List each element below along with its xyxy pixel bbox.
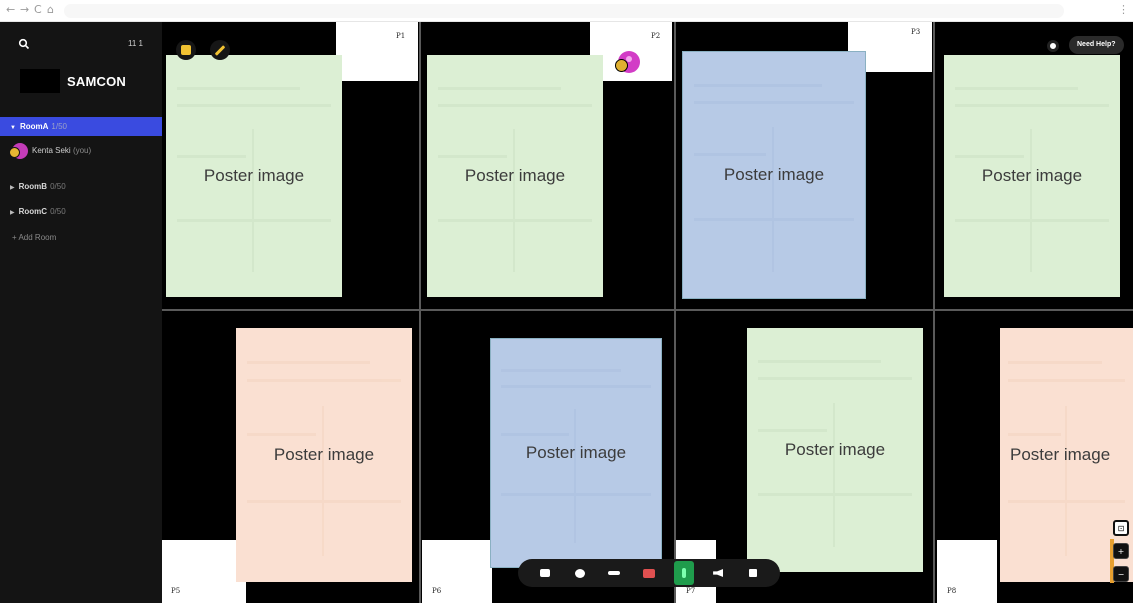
poster-text: Poster image [723, 165, 825, 184]
address-bar[interactable] [64, 4, 1064, 18]
user-count[interactable]: 11 1 [128, 39, 143, 48]
sidebar: 11 1 SAMCON ▼ RoomA 1/50 Kenta Seki (you) … [0, 22, 162, 603]
member-name: Kenta Seki [32, 146, 71, 156]
megaphone-icon[interactable] [708, 563, 728, 583]
poster-p7[interactable]: Poster image [747, 328, 923, 572]
poster-frame-p8 [937, 540, 997, 603]
poster-p2[interactable]: Poster image [427, 55, 603, 297]
poster-canvas[interactable]: P1 P2 P3 P5 P6 P7 P8 Poster image Poster… [162, 22, 1133, 603]
org-logo [20, 69, 60, 93]
grid-divider [419, 22, 421, 603]
poster-p6[interactable]: Poster image [490, 338, 662, 568]
room-item-b[interactable]: ▶ RoomB 0/50 [0, 177, 162, 196]
user-avatar-on-canvas[interactable] [615, 51, 640, 73]
poster-text: Poster image [525, 443, 627, 462]
room-count: 0/50 [50, 182, 66, 191]
poster-tool-icon[interactable] [176, 40, 196, 60]
screen-share-icon[interactable] [535, 563, 555, 583]
zoom-out-icon[interactable]: − [1113, 566, 1129, 582]
caret-down-icon: ▼ [10, 125, 16, 131]
org-name: SAMCON [67, 74, 126, 89]
poster-text: Poster image [1010, 445, 1111, 464]
poster-p4[interactable]: Poster image [944, 55, 1120, 297]
room-name: RoomB [18, 182, 48, 191]
zoom-controls: ⊡ + − [1112, 520, 1130, 582]
room-item-c[interactable]: ▶ RoomC 0/50 [0, 202, 162, 221]
browser-toolbar: ← → C ⌂ ⋮ [0, 0, 1133, 22]
microphone-icon[interactable] [673, 561, 694, 585]
home-icon[interactable]: ⌂ [47, 3, 54, 16]
camera-off-icon[interactable] [639, 563, 659, 583]
poster-text: Poster image [784, 440, 886, 459]
room-name: RoomC [18, 207, 48, 216]
poster-p5[interactable]: Poster image [236, 328, 412, 582]
chat-icon[interactable] [570, 563, 590, 583]
poster-frame-p1 [336, 22, 418, 81]
media-toolbar [518, 559, 780, 587]
room-item-a[interactable]: ▼ RoomA 1/50 [0, 117, 162, 136]
gear-icon[interactable] [1047, 40, 1059, 52]
member-item[interactable]: Kenta Seki (you) [9, 143, 92, 161]
poster-label: P5 [171, 587, 181, 595]
member-you-tag: (you) [72, 146, 92, 156]
poster-p3[interactable]: Poster image [682, 51, 866, 299]
broadcast-icon[interactable] [604, 563, 624, 583]
poster-label: P6 [432, 587, 442, 595]
zoom-in-icon[interactable]: + [1113, 543, 1129, 559]
search-icon[interactable] [18, 38, 32, 52]
poster-label: P2 [651, 32, 661, 40]
room-name: RoomA [19, 122, 49, 131]
browser-menu-icon[interactable]: ⋮ [1118, 3, 1129, 16]
poster-text: Poster image [464, 166, 566, 185]
grid-divider [674, 22, 676, 603]
poster-label: P3 [911, 28, 921, 36]
exit-icon[interactable] [743, 563, 763, 583]
grid-divider [933, 22, 935, 603]
poster-text: Poster image [981, 166, 1083, 185]
need-help-button[interactable]: Need Help? [1069, 36, 1124, 54]
poster-label: P1 [396, 32, 406, 40]
poster-label: P7 [686, 587, 696, 595]
fit-view-icon[interactable]: ⊡ [1113, 520, 1129, 536]
poster-text: Poster image [273, 445, 375, 464]
grid-divider [162, 309, 1133, 311]
poster-p1[interactable]: Poster image [166, 55, 342, 297]
poster-text: Poster image [203, 166, 305, 185]
poster-label: P8 [947, 587, 957, 595]
back-icon[interactable]: ← [6, 3, 15, 16]
caret-right-icon: ▶ [10, 185, 15, 191]
pencil-icon[interactable] [210, 40, 230, 60]
user-avatar [9, 143, 28, 159]
add-room-button[interactable]: + Add Room [12, 233, 56, 242]
forward-icon[interactable]: → [20, 3, 29, 16]
room-count: 0/50 [50, 207, 66, 216]
room-count: 1/50 [51, 122, 67, 131]
reload-icon[interactable]: C [34, 3, 42, 16]
caret-right-icon: ▶ [10, 210, 15, 216]
